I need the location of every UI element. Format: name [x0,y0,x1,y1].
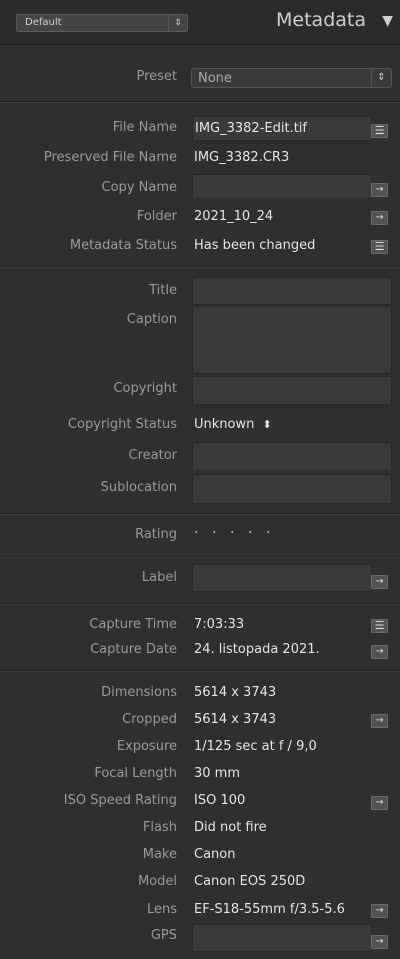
model-label: Model [137,874,177,889]
sublocation-label: Sublocation [100,480,177,495]
section-divider [0,266,400,268]
rating-dot[interactable]: · [212,525,230,541]
collapse-triangle-icon[interactable]: ▼ [382,13,393,29]
iso-value: ISO 100 [194,793,246,808]
preserved-file-name-label: Preserved File Name [43,150,177,165]
cropped-value: 5614 x 3743 [194,712,277,727]
file-name-field[interactable]: IMG_3382-Edit.tif [192,116,372,141]
rating-dot[interactable]: · [266,525,284,541]
panel-title: Metadata [276,9,366,31]
copyright-status-label: Copyright Status [67,417,177,432]
copy-name-label: Copy Name [101,180,177,195]
go-arrow-icon[interactable]: → [371,935,388,949]
cropped-label: Cropped [122,712,177,727]
metadata-status-value: Has been changed [194,238,316,253]
rating-label: Rating [135,527,177,542]
capture-date-label: Capture Date [90,642,177,657]
flash-label: Flash [142,820,177,835]
focal-length-value: 30 mm [194,766,241,781]
copyright-status-dropdown[interactable]: Unknown ⬍ [194,417,272,433]
make-label: Make [142,847,177,862]
up-down-arrows-icon: ⇕ [168,15,187,31]
file-name-label: File Name [112,120,177,135]
title-label: Title [149,283,177,298]
go-arrow-icon[interactable]: → [371,904,388,918]
section-divider [0,101,400,103]
folder-label: Folder [136,209,177,224]
section-divider [0,513,400,515]
capture-date-value: 24. listopada 2021. [194,642,320,657]
copy-name-field[interactable] [192,174,372,199]
panel-header: Default ⇕ Metadata ▼ [0,0,400,45]
copyright-label: Copyright [113,381,177,396]
dimensions-value: 5614 x 3743 [194,685,277,700]
spinner-arrows-icon: ⬍ [262,418,272,431]
rating-dot[interactable]: · [194,525,212,541]
model-value: Canon EOS 250D [194,874,306,889]
copyright-field[interactable] [192,376,392,405]
caption-label: Caption [126,312,177,327]
iso-label: ISO Speed Rating [63,793,177,808]
capture-time-label: Capture Time [89,617,177,632]
section-divider [0,670,400,672]
preset-value: None [198,71,232,86]
go-arrow-icon[interactable]: → [371,211,388,225]
sublocation-field[interactable] [192,474,392,504]
list-icon[interactable]: ☰ [371,240,388,254]
metadata-status-label: Metadata Status [69,238,177,253]
file-name-value: IMG_3382-Edit.tif [195,121,307,136]
dimensions-label: Dimensions [101,685,177,700]
rating-stars[interactable]: · · · · · [194,525,284,541]
go-arrow-icon[interactable]: → [371,183,388,197]
section-divider [0,556,400,558]
copyright-status-value: Unknown [194,417,255,432]
list-icon[interactable]: ☰ [371,619,388,633]
preset-label: Preset [136,69,177,84]
focal-length-label: Focal Length [94,766,177,781]
metadata-panel: Default ⇕ Metadata ▼ Preset None ⇕ File … [0,0,400,959]
flash-value: Did not fire [194,820,267,835]
caption-field[interactable] [192,306,392,374]
title-field[interactable] [192,277,392,305]
exposure-value: 1/125 sec at f / 9,0 [194,739,317,754]
folder-value: 2021_10_24 [194,209,274,224]
list-icon[interactable]: ☰ [371,124,388,138]
lens-value: EF-S18-55mm f/3.5-5.6 [194,902,345,917]
go-arrow-icon[interactable]: → [371,575,388,589]
preset-dropdown[interactable]: None ⇕ [191,68,392,88]
up-down-arrows-icon: ⇕ [371,69,391,87]
make-value: Canon [194,847,236,862]
creator-field[interactable] [192,442,392,471]
go-arrow-icon[interactable]: → [371,796,388,810]
gps-label: GPS [150,928,177,943]
rating-dot[interactable]: · [230,525,248,541]
metadata-view-dropdown[interactable]: Default ⇕ [16,14,188,32]
capture-time-value: 7:03:33 [194,617,245,632]
go-arrow-icon[interactable]: → [371,645,388,659]
metadata-view-value: Default [25,17,62,28]
rating-dot[interactable]: · [248,525,266,541]
lens-label: Lens [146,902,177,917]
exposure-label: Exposure [116,739,177,754]
go-arrow-icon[interactable]: → [371,714,388,728]
label-label: Label [141,570,177,585]
creator-label: Creator [128,448,178,463]
preserved-file-name-value: IMG_3382.CR3 [194,150,290,165]
section-divider [0,603,400,605]
label-field[interactable] [192,564,372,592]
gps-field[interactable] [192,924,372,952]
